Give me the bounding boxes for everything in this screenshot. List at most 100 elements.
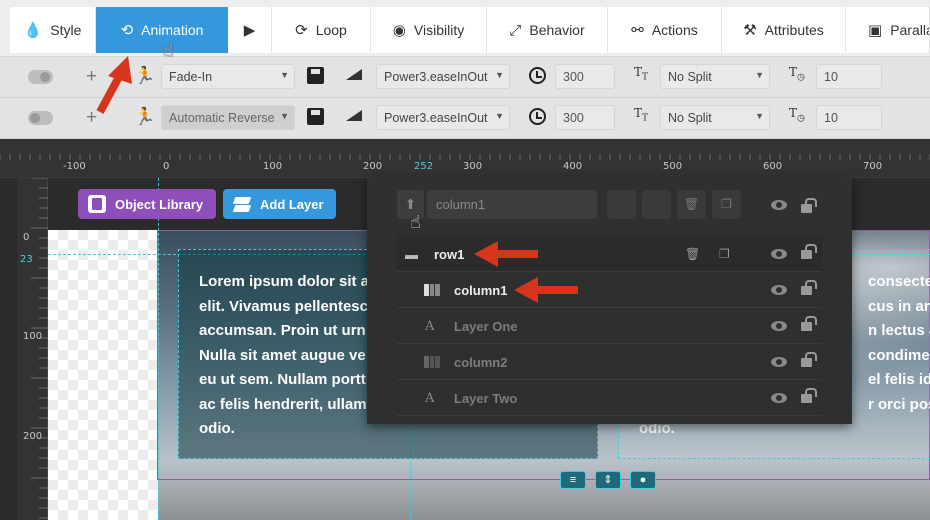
add-icon[interactable]: + [86,66,97,88]
effect-select[interactable]: Automatic Reverse ▼ [161,105,295,130]
duplicate-icon[interactable]: ❐ [712,190,741,219]
tab-label: Animation [141,22,204,38]
easing-icon [346,110,362,121]
text-line: accumsan. Proin ut urn [199,322,366,339]
tab-play[interactable]: ▶ [228,7,272,53]
tab-label: Loop [315,22,347,38]
effect-value: Fade-In [169,70,213,84]
layer-name-input[interactable]: column1 [427,190,597,219]
easing-icon [346,69,362,80]
easing-value: Power3.easeInOut [384,111,488,125]
tab-attributes[interactable]: ⚒ Attributes [722,7,846,53]
eye-icon[interactable] [771,249,787,259]
tab-label: Style [50,22,82,38]
animation-toggle[interactable] [28,70,53,84]
caret-down-icon: ▼ [280,70,289,80]
caret-down-icon: ▼ [755,111,764,121]
transparent-area [48,230,158,520]
split-select[interactable]: No Split ▼ [660,105,770,130]
unlock-icon[interactable] [801,198,817,213]
unlock-icon[interactable] [801,316,817,331]
expand-icon: ⤢ [509,21,522,39]
split-select[interactable]: No Split ▼ [660,64,770,89]
save-icon[interactable] [307,108,324,125]
eye-icon[interactable] [771,393,787,403]
droplet-icon: 💧 [23,21,43,39]
unlock-icon[interactable] [801,280,817,295]
tab-parallax[interactable]: ▣ Paralla [846,7,930,53]
effect-select[interactable]: Fade-In ▼ [161,64,295,89]
blank-button[interactable] [607,190,636,219]
link-icon: ⚯ [631,21,644,39]
caret-down-icon: ▼ [495,70,504,80]
caret-down-icon: ▼ [495,111,504,121]
trash-icon[interactable]: 🗑 [677,190,706,219]
unlock-icon[interactable] [801,244,817,259]
layer-row-column2[interactable]: column2 [397,344,822,380]
eye-icon[interactable] [771,200,787,210]
tab-label: Paralla [890,22,930,38]
eye-icon[interactable] [771,357,787,367]
layer-row-column1[interactable]: column1 [397,272,822,308]
text-line: ac felis hendrerit, ullam [199,395,367,413]
book-icon [88,195,106,213]
unlock-icon[interactable] [801,352,817,367]
duration-input[interactable]: 300 [555,105,615,130]
add-layer-button[interactable]: Add Layer [223,189,336,219]
split-delay-input[interactable]: 10 [816,105,882,130]
save-icon[interactable] [307,67,324,84]
folder-icon: ▬ [405,247,418,262]
split-delay-value: 10 [824,111,838,125]
tab-label: Behavior [529,22,585,38]
duration-value: 300 [563,70,584,84]
play-icon: ▶ [243,21,256,39]
add-icon[interactable]: + [86,107,97,129]
animation-row-out: + 🏃 Automatic Reverse ▼ Power3.easeInOut… [0,98,930,139]
layers-panel-header: ⬆ column1 🗑 ❐ [367,178,852,232]
split-delay-input[interactable]: 10 [816,64,882,89]
eye-icon[interactable] [771,285,787,295]
ruler-label: 500 [663,161,683,172]
layer-row-row1[interactable]: ▬ row1 🗑 ❐ [397,236,822,272]
eye-icon[interactable] [771,321,787,331]
tab-behavior[interactable]: ⤢ Behavior [487,7,608,53]
ruler-label: 700 [863,161,883,172]
easing-select[interactable]: Power3.easeInOut ▼ [376,105,510,130]
row-menu-icon[interactable]: ≡ [560,471,586,489]
duplicate-icon[interactable]: ❐ [719,247,730,261]
text-line: Lorem ipsum dolor sit a [199,273,370,290]
duration-input[interactable]: 300 [555,64,615,89]
layer-row-layer-one[interactable]: A Layer One [397,308,822,344]
layer-one-text[interactable]: Lorem ipsum dolor sit a elit. Vivamus pe… [199,270,389,442]
button-label: Add Layer [260,196,324,212]
trash-icon[interactable]: 🗑 [685,247,700,261]
text-layer-icon: A [425,319,435,334]
ruler-label: 100 [23,331,43,342]
layer-row-layer-two[interactable]: A Layer Two [397,380,822,416]
blank-button[interactable] [642,190,671,219]
split-delay-value: 10 [824,70,838,84]
unlock-icon[interactable] [801,388,817,403]
text-line: Nulla sit amet augue ve [199,346,366,364]
tab-visibility[interactable]: ◉ Visibility [371,7,487,53]
hand-cursor-icon: ☝ [410,212,421,232]
tab-style[interactable]: 💧 Style [10,7,96,53]
row-color-icon[interactable]: ● [630,471,656,489]
animation-row-in: + 🏃 Fade-In ▼ Power3.easeInOut ▼ 300 TT … [0,57,930,98]
row-resize-icon[interactable]: ⇕ [595,471,621,489]
clock-icon [529,67,546,84]
layers-icon [232,195,252,213]
easing-select[interactable]: Power3.easeInOut ▼ [376,64,510,89]
ruler-label: 0 [23,232,30,243]
ruler-ticks [0,154,930,160]
object-library-button[interactable]: Object Library [78,189,216,219]
tab-label: Attributes [764,22,824,38]
tab-actions[interactable]: ⚯ Actions [608,7,722,53]
animation-toggle[interactable] [28,111,53,125]
tab-animation[interactable]: ⟲ Animation [96,7,228,53]
vertical-ruler: 0 23 100 200 [17,178,48,520]
text-layer-icon: A [425,391,435,406]
tab-loop[interactable]: ⟳ Loop [272,7,371,53]
ruler-label: 400 [563,161,583,172]
layers-panel: ⬆ column1 🗑 ❐ ▬ row1 🗑 ❐ column1 A Layer… [367,178,852,424]
